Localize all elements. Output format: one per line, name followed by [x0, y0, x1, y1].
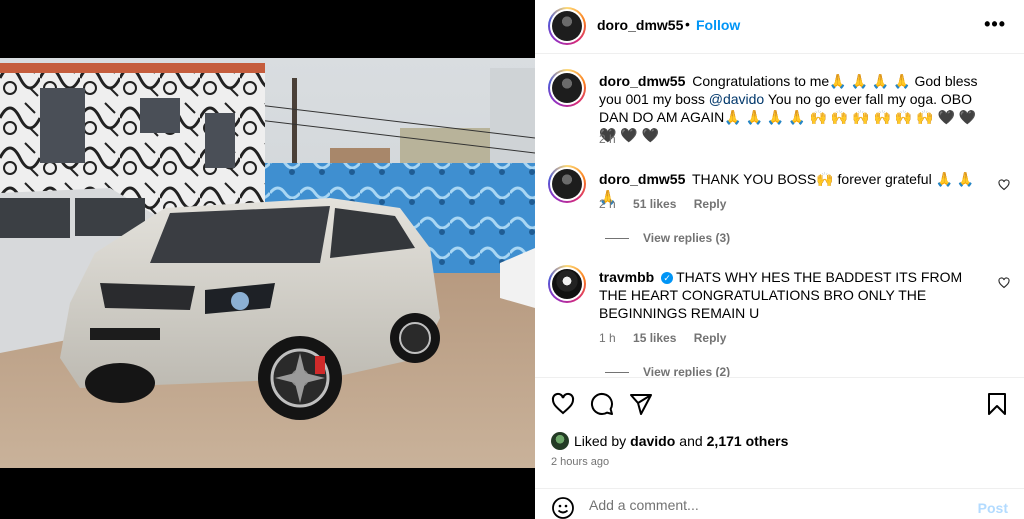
comment-input[interactable] [589, 497, 949, 513]
heart-icon[interactable] [551, 392, 575, 416]
media-pane [0, 0, 535, 519]
liked-others[interactable]: 2,171 others [707, 433, 789, 449]
post-time-ago[interactable]: 2 hours ago [551, 456, 609, 468]
comment-like-heart-icon[interactable] [998, 179, 1010, 191]
caption-username[interactable]: doro_dmw55 [599, 73, 685, 89]
comment-likes[interactable]: 15 likes [633, 331, 676, 345]
emoji-icon[interactable] [551, 496, 575, 519]
comment-avatar[interactable] [548, 165, 586, 203]
comment-meta: 1 h 15 likes Reply [599, 331, 740, 345]
liked-prefix: Liked by [574, 433, 627, 449]
caption-avatar[interactable] [548, 69, 586, 107]
comment-meta: 2 h 51 likes Reply [599, 197, 740, 211]
author-username[interactable]: doro_dmw55 [597, 17, 683, 33]
view-replies-button[interactable]: View replies (2) [605, 365, 730, 377]
comment-text: travmbb ✓ THATS WHY HES THE BADDEST ITS F… [599, 268, 989, 322]
view-replies-button[interactable]: View replies (3) [605, 231, 730, 245]
author-avatar[interactable] [548, 7, 586, 45]
comment-username[interactable]: travmbb [599, 269, 654, 285]
comment-like-heart-icon[interactable] [998, 277, 1010, 289]
comment-time[interactable]: 1 h [599, 331, 616, 345]
verified-badge-icon: ✓ [661, 272, 674, 284]
caption-meta: 2 h [599, 132, 630, 146]
add-comment-bar: Post [535, 488, 1024, 519]
comment-time[interactable]: 2 h [599, 197, 616, 211]
comments-list[interactable]: doro_dmw55 Congratulations to me🙏 🙏 🙏 🙏 … [535, 55, 1024, 377]
caption-time[interactable]: 2 h [599, 132, 616, 146]
likes-summary: Liked by davido and 2,171 others [551, 432, 792, 450]
comment-reply-button[interactable]: Reply [694, 331, 727, 345]
post-side-panel: doro_dmw55 • Follow ••• doro_dmw55 Congr… [535, 0, 1024, 519]
caption-mention[interactable]: @davido [709, 91, 764, 107]
more-options-icon[interactable]: ••• [984, 14, 1006, 35]
post-header: doro_dmw55 • Follow ••• [535, 0, 1024, 54]
comment-reply-button[interactable]: Reply [694, 197, 727, 211]
caption-text: doro_dmw55 Congratulations to me🙏 🙏 🙏 🙏 … [599, 72, 989, 144]
share-icon[interactable] [629, 392, 653, 416]
separator-dot: • [685, 16, 690, 32]
follow-button[interactable]: Follow [696, 17, 740, 33]
liker-avatar[interactable] [551, 432, 569, 450]
post-actions: Liked by davido and 2,171 others 2 hours… [535, 377, 1024, 495]
liked-user[interactable]: davido [630, 433, 675, 449]
comment-avatar[interactable] [548, 265, 586, 303]
bookmark-icon[interactable] [985, 392, 1009, 416]
liked-and: and [679, 433, 703, 449]
post-photo[interactable] [0, 58, 535, 468]
comment-likes[interactable]: 51 likes [633, 197, 676, 211]
comment-icon[interactable] [590, 392, 614, 416]
comment-username[interactable]: doro_dmw55 [599, 171, 685, 187]
post-comment-button[interactable]: Post [978, 500, 1008, 516]
